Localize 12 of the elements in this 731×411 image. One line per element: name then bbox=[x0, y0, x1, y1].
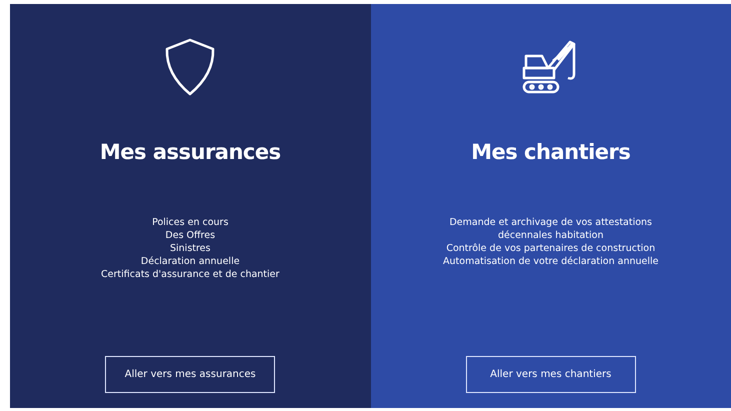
feature-text: Automatisation de votre déclaration annuelle bbox=[443, 255, 658, 268]
panel-title: Mes chantiers bbox=[471, 140, 630, 164]
feature-text: Déclaration annuelle bbox=[140, 255, 240, 268]
feature-text: Certificats d'assurance et de chantier bbox=[101, 268, 280, 281]
panel-title: Mes assurances bbox=[100, 140, 281, 164]
feature-text: Sinistres bbox=[170, 242, 210, 255]
feature-text: Contrôle de vos partenaires de construction bbox=[446, 242, 656, 255]
navigate-button[interactable]: Aller vers mes assurances bbox=[105, 356, 276, 393]
feature-text: Demande et archivage de vos attestations décennales habitation bbox=[448, 216, 654, 242]
navigate-button[interactable]: Aller vers mes chantiers bbox=[466, 356, 636, 393]
feature-text: Polices en cours bbox=[152, 216, 228, 229]
feature-text: Des Offres bbox=[165, 229, 216, 242]
